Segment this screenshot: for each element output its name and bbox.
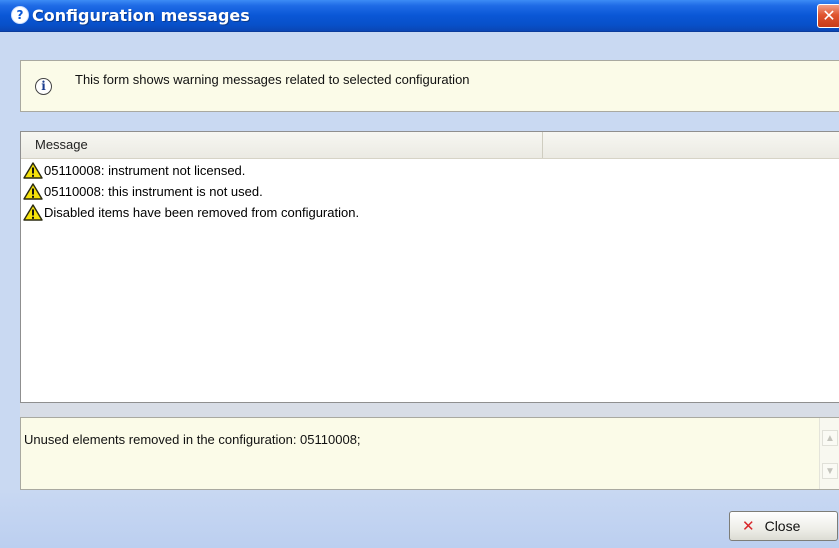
list-item[interactable]: 05110008: this instrument is not used. <box>23 181 839 202</box>
info-text: This form shows warning messages related… <box>75 72 470 87</box>
detail-text: Unused elements removed in the configura… <box>24 432 361 447</box>
close-button-label: Close <box>764 518 801 534</box>
warning-icon <box>23 204 43 221</box>
footer: ✕ Close <box>0 490 839 548</box>
message-list[interactable]: Message 05110008: instrument not license… <box>20 131 839 403</box>
splitter[interactable] <box>20 403 839 417</box>
close-icon: ✕ <box>742 517 755 535</box>
window-close-button[interactable]: ✕ <box>817 4 839 28</box>
message-text: 05110008: instrument not licensed. <box>44 163 246 178</box>
info-icon: i <box>35 78 52 95</box>
help-icon: ? <box>12 7 28 23</box>
close-button[interactable]: ✕ Close <box>729 511 838 541</box>
warning-icon <box>23 183 43 200</box>
vertical-scrollbar[interactable]: ▲ ▼ <box>819 418 839 489</box>
list-item[interactable]: Disabled items have been removed from co… <box>23 202 839 223</box>
window-title: Configuration messages <box>32 6 250 25</box>
list-item[interactable]: 05110008: instrument not licensed. <box>23 160 839 181</box>
list-rows: 05110008: instrument not licensed. 05110… <box>23 160 839 223</box>
info-panel: i This form shows warning messages relat… <box>20 60 839 112</box>
configuration-messages-window: ? Configuration messages ✕ i This form s… <box>0 0 839 548</box>
list-header: Message <box>21 132 839 159</box>
message-text: Disabled items have been removed from co… <box>44 205 360 220</box>
scroll-down-icon[interactable]: ▼ <box>822 463 838 479</box>
message-text: 05110008: this instrument is not used. <box>44 184 263 199</box>
column-header-empty[interactable] <box>544 132 839 158</box>
detail-textarea[interactable]: Unused elements removed in the configura… <box>20 417 839 490</box>
column-header-message[interactable]: Message <box>21 132 543 158</box>
scroll-up-icon[interactable]: ▲ <box>822 430 838 446</box>
warning-icon <box>23 162 43 179</box>
title-bar[interactable]: ? Configuration messages ✕ <box>0 0 839 32</box>
